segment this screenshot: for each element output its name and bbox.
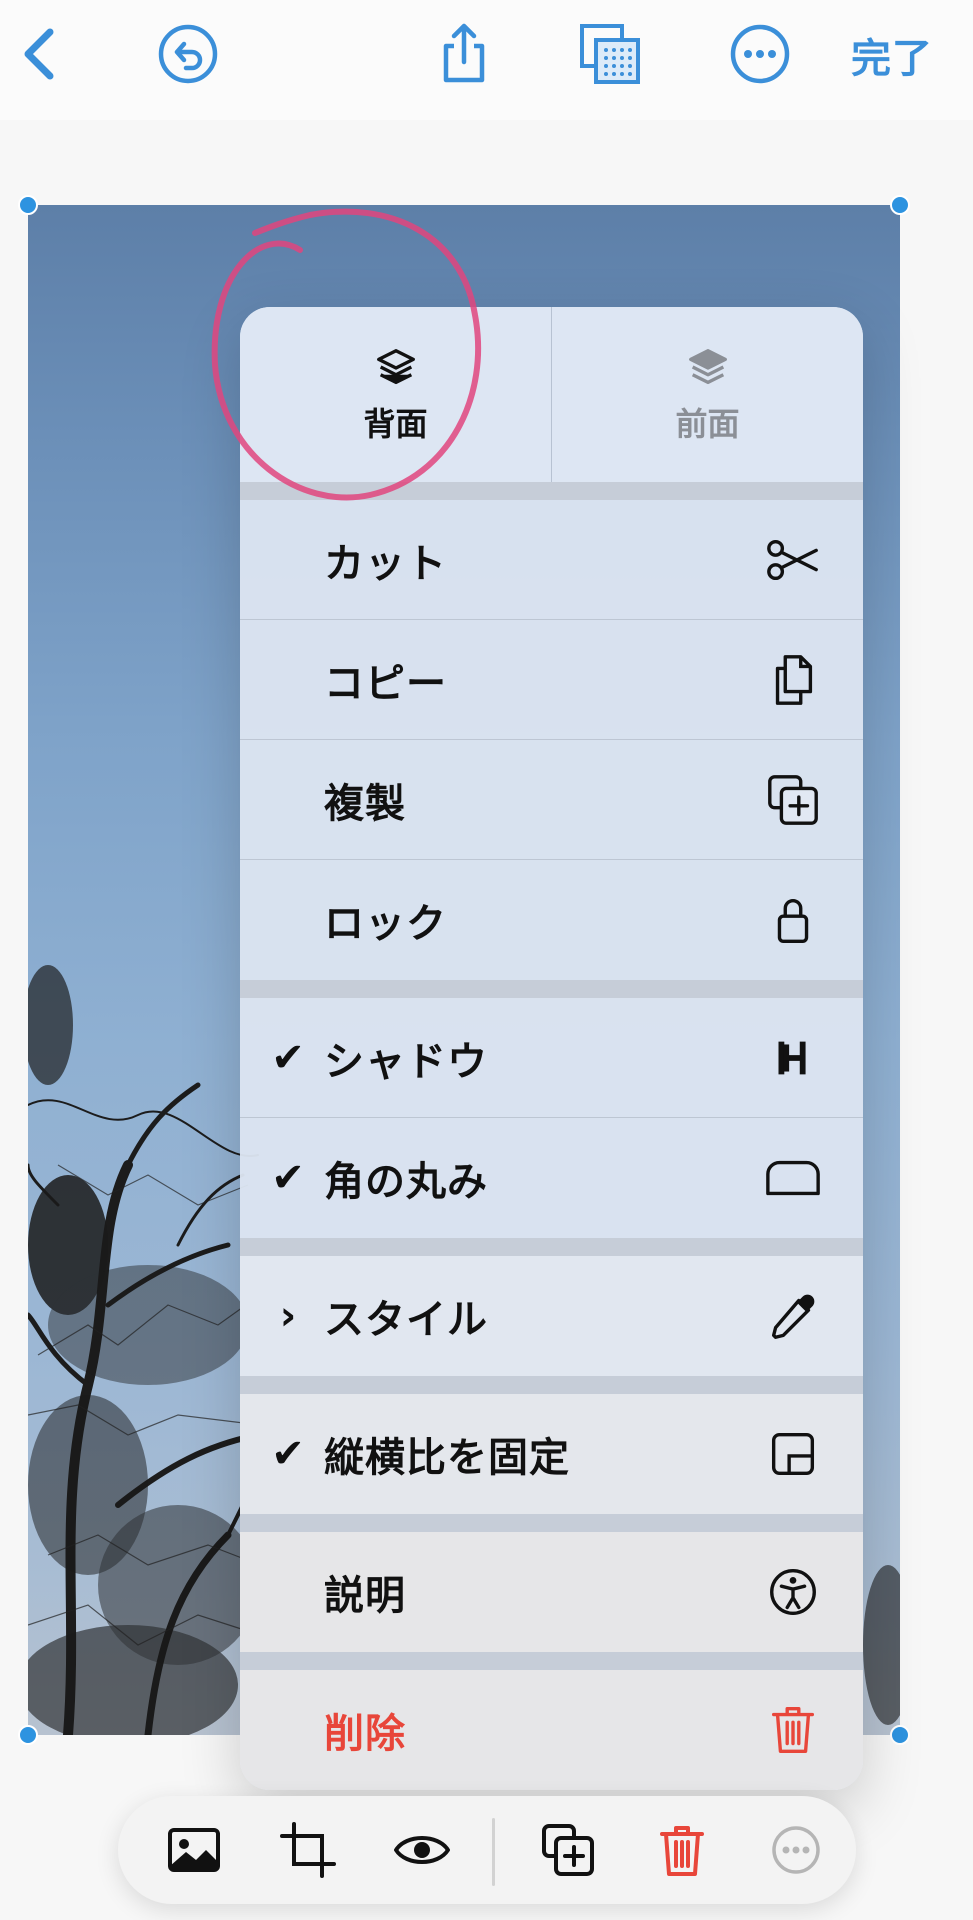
checkmark-icon: ✔ [271, 1155, 305, 1201]
menu-item-description[interactable]: 説明 [240, 1532, 863, 1652]
menu-item-copy[interactable]: コピー [240, 620, 863, 740]
context-menu: 背面 前面 カット コピー 複製 ロック ✔ シャドウ ✔ 角の丸み › スタイ… [240, 307, 863, 1790]
arrange-segment: 背面 前面 [240, 307, 863, 482]
duplicate-icon[interactable] [536, 1818, 600, 1882]
top-toolbar: 完了 [0, 0, 973, 120]
menu-item-lock[interactable]: ロック [240, 860, 863, 980]
done-button[interactable]: 完了 [851, 26, 933, 84]
menu-item-style[interactable]: › スタイル [240, 1256, 863, 1376]
checkmark-icon: ✔ [271, 1034, 305, 1081]
send-to-back-label: 背面 [363, 404, 428, 443]
menu-item-label: 角の丸み [324, 1159, 488, 1205]
resize-handle-bottom-left[interactable] [18, 1725, 38, 1745]
toolbar-divider [492, 1818, 495, 1886]
menu-item-label: ロック [324, 901, 447, 947]
menu-item-label: 削除 [324, 1711, 406, 1757]
menu-item-label: スタイル [324, 1297, 488, 1343]
menu-separator [240, 1238, 863, 1256]
bring-to-front-label: 前面 [675, 404, 740, 443]
send-to-back-button[interactable]: 背面 [240, 307, 551, 482]
menu-item-delete[interactable]: 削除 [240, 1670, 863, 1790]
duplicate-icon [763, 770, 823, 830]
layers-back-icon [376, 348, 415, 384]
trash-icon[interactable] [650, 1818, 714, 1882]
menu-item-label: 縦横比を固定 [324, 1435, 570, 1481]
menu-item-label: カット [324, 540, 447, 587]
resize-handle-top-left[interactable] [18, 195, 38, 215]
menu-separator [240, 482, 863, 500]
back-icon[interactable] [6, 18, 78, 90]
menu-separator [240, 1514, 863, 1532]
menu-item-shadow[interactable]: ✔ シャドウ [240, 998, 863, 1118]
menu-item-lock-aspect-ratio[interactable]: ✔ 縦横比を固定 [240, 1394, 863, 1514]
bottom-toolbar [118, 1796, 856, 1904]
menu-item-corner-radius[interactable]: ✔ 角の丸み [240, 1118, 863, 1238]
menu-item-duplicate[interactable]: 複製 [240, 740, 863, 860]
aspect-lock-icon [763, 1424, 823, 1484]
copy-icon [763, 650, 823, 710]
menu-item-label: 複製 [324, 780, 406, 827]
scissors-icon [763, 530, 823, 590]
more-icon[interactable] [724, 18, 796, 90]
menu-separator [240, 980, 863, 998]
lock-icon [763, 890, 823, 950]
rounded-rect-icon [763, 1148, 823, 1208]
more-icon[interactable] [764, 1818, 828, 1882]
menu-item-cut[interactable]: カット [240, 500, 863, 620]
resize-handle-top-right[interactable] [890, 195, 910, 215]
share-icon[interactable] [428, 18, 500, 90]
eyedropper-icon [763, 1286, 823, 1346]
photo-icon[interactable] [162, 1818, 226, 1882]
eye-icon[interactable] [390, 1818, 454, 1882]
accessibility-icon [763, 1562, 823, 1622]
trash-icon [763, 1700, 823, 1760]
shadow-icon [763, 1028, 823, 1088]
menu-separator [240, 1652, 863, 1670]
menu-separator [240, 1376, 863, 1394]
undo-icon[interactable] [152, 18, 224, 90]
arrange-icon[interactable] [574, 18, 646, 90]
checkmark-icon: ✔ [271, 1431, 305, 1477]
menu-item-label: 説明 [324, 1573, 406, 1619]
bring-to-front-button[interactable]: 前面 [551, 307, 863, 482]
menu-item-label: シャドウ [324, 1038, 488, 1085]
crop-icon[interactable] [276, 1818, 340, 1882]
resize-handle-bottom-right[interactable] [890, 1725, 910, 1745]
menu-item-label: コピー [324, 660, 447, 707]
chevron-right-icon: › [279, 1293, 297, 1339]
layers-front-icon [688, 348, 727, 384]
